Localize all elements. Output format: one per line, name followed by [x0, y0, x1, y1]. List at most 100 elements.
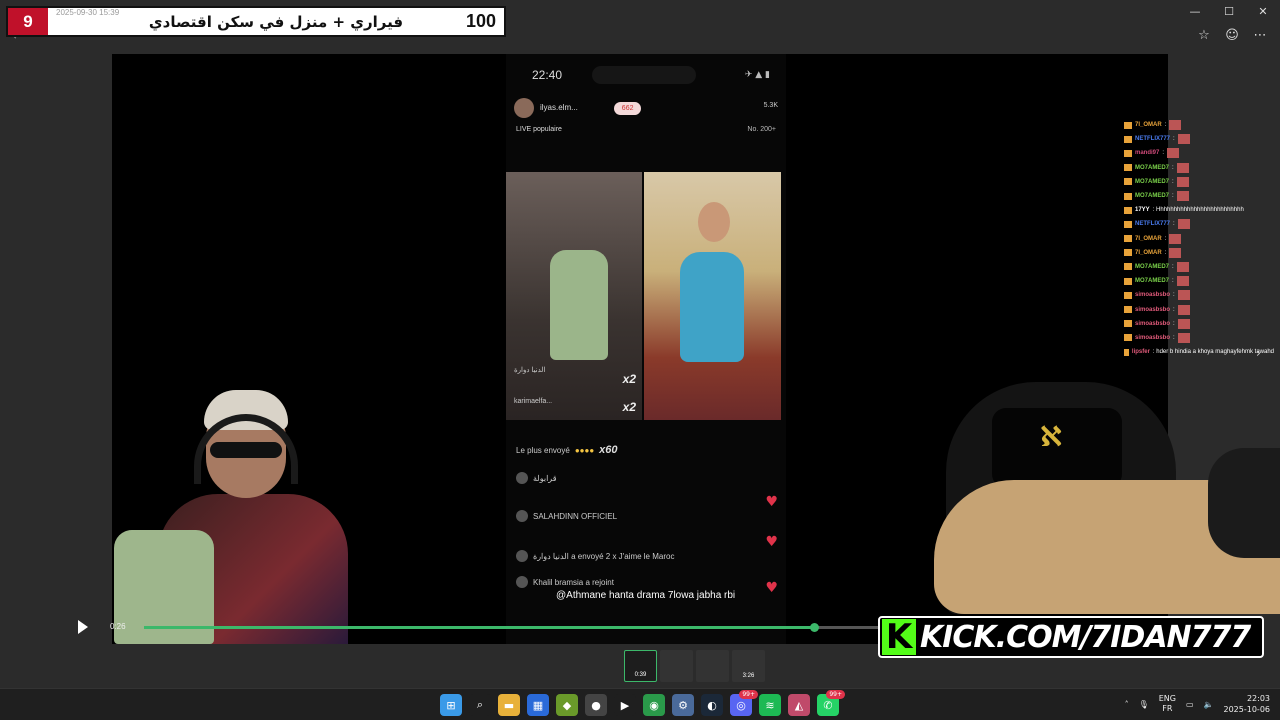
chat-username[interactable]: MO7AMED7	[1135, 179, 1169, 185]
play-icon[interactable]	[78, 620, 88, 634]
network-icon[interactable]: ▭	[1186, 700, 1194, 709]
chat-username[interactable]: 7I_OMAR	[1135, 250, 1162, 256]
app-red-icon[interactable]: ●	[585, 694, 607, 716]
whatsapp-icon[interactable]: ✆ 99+	[817, 690, 845, 716]
heart-count-badge: 662	[613, 101, 642, 115]
kick-logo-icon: K	[882, 617, 916, 657]
spotify-icon[interactable]: ≋	[759, 694, 781, 716]
chat-username[interactable]: MO7AMED7	[1135, 278, 1169, 284]
current-time: 0:26	[110, 622, 126, 631]
heart-icon: ♥	[765, 534, 778, 550]
volume-icon[interactable]: 🔈	[1204, 700, 1214, 709]
thumbnail[interactable]	[696, 650, 729, 682]
chat-message: mandi97:	[1124, 146, 1274, 160]
thumbnail-label: 0:39	[634, 672, 647, 678]
file-explorer-icon[interactable]: ▬	[498, 694, 520, 716]
chat-text: :	[1164, 122, 1167, 129]
chat-text: :	[1164, 235, 1167, 242]
emote-icon	[1177, 318, 1190, 329]
chevron-up-icon[interactable]: ˄	[1125, 700, 1129, 709]
badge-icon	[1124, 277, 1132, 285]
start-icon[interactable]: ⊞	[440, 694, 462, 716]
list-item: الدنيا دوارة a envoyé 2 x J'aime le Maro…	[516, 550, 674, 562]
chevron-right-icon[interactable]: ›	[1256, 346, 1261, 360]
chat-username[interactable]: simoasbsbo	[1135, 335, 1170, 341]
clock[interactable]: 22:03 2025-10-06	[1224, 693, 1271, 715]
discord-icon[interactable]: ◎ 99+	[730, 690, 758, 716]
microphone-icon[interactable]: 🎙	[1139, 700, 1149, 709]
chat-message: lipsfer: hder b hindia a khoya maghayfeh…	[1124, 345, 1274, 359]
chat-text: :	[1173, 320, 1175, 327]
emote-icon	[1177, 332, 1190, 343]
chat-message: simoasbsbo:	[1124, 331, 1274, 345]
minimize-button[interactable]: —	[1178, 0, 1212, 22]
badge-icon	[1124, 235, 1132, 243]
chat-text: : Hhhhhhhhhhhhhhhhhhhhhhhhhh	[1152, 207, 1244, 214]
chat-text: :	[1162, 150, 1165, 157]
chrome-icon[interactable]: ◉	[643, 694, 665, 716]
dynamic-island	[592, 66, 696, 84]
badge-icon	[1124, 121, 1132, 129]
thumbnail[interactable]: 0:39	[624, 650, 657, 682]
close-button[interactable]: ✕	[1246, 0, 1280, 22]
more-icon[interactable]: ⋯	[1252, 28, 1268, 43]
chat-text: :	[1172, 263, 1174, 270]
star-icon[interactable]: ☆	[1196, 28, 1212, 43]
chat-username[interactable]: simoasbsbo	[1135, 292, 1170, 298]
moai-figure	[550, 250, 608, 360]
settings-icon[interactable]: ⚙	[672, 694, 694, 716]
seek-bar-knob[interactable]	[809, 623, 819, 632]
lang-top: ENG	[1158, 694, 1176, 703]
chat-text: :	[1164, 249, 1167, 256]
badge-icon	[1124, 164, 1132, 172]
taskbar: ⊞ ⌕ ▬ ▦ ◆ ● ▶ ◉ ⚙ ◐ ◎ 99+ ≋ ◭ ✆ 99+ ˄ 🎙 ENG FR ▭ 🔈 22:0…	[0, 688, 1280, 720]
chat-message: MO7AMED7:	[1124, 260, 1274, 274]
chat-username[interactable]: 7I_OMAR	[1135, 236, 1162, 242]
thumbnail[interactable]: 3:26	[732, 650, 765, 682]
store-icon[interactable]: ▦	[527, 694, 549, 716]
rank-label: No. 200+	[747, 126, 776, 133]
smiley-icon[interactable]: ☺	[1224, 28, 1240, 43]
chat-username[interactable]: MO7AMED7	[1135, 264, 1169, 270]
chat-text: :	[1172, 193, 1174, 200]
chat-username[interactable]: NETFLIX777	[1135, 221, 1170, 227]
badge-icon	[1124, 220, 1132, 228]
thumbnail[interactable]	[660, 650, 693, 682]
chat-username[interactable]: NETFLIX777	[1135, 136, 1170, 142]
chat-username[interactable]: simoasbsbo	[1135, 307, 1170, 313]
chat-username[interactable]: mandi97	[1135, 150, 1159, 156]
badge-icon	[1124, 149, 1132, 157]
chat-username[interactable]: MO7AMED7	[1135, 165, 1169, 171]
chat-message: NETFLIX777:	[1124, 132, 1274, 146]
chair-logo-icon: ℵ	[1040, 420, 1063, 453]
heart-icon: ♥	[765, 580, 778, 596]
chat-username[interactable]: 17YY	[1135, 207, 1150, 213]
live-username: ilyas.elm...	[540, 102, 578, 112]
chat-text: :	[1172, 164, 1174, 171]
emote-icon	[1177, 134, 1190, 145]
seek-bar-fill	[144, 626, 814, 629]
seek-bar[interactable]	[144, 623, 880, 632]
media-player-icon[interactable]: ◭	[788, 694, 810, 716]
chat-text: :	[1173, 292, 1175, 299]
chat-username[interactable]: 7I_OMAR	[1135, 122, 1162, 128]
chat-username[interactable]: lipsfer	[1132, 349, 1150, 355]
badge-icon	[1124, 306, 1132, 314]
app-layers-icon[interactable]: ◆	[556, 694, 578, 716]
chat-username[interactable]: MO7AMED7	[1135, 193, 1169, 199]
emote-icon	[1167, 148, 1180, 159]
subtitle-text: @Athmane hanta drama 7lowa jabha rbi	[556, 590, 736, 601]
chat-username[interactable]: simoasbsbo	[1135, 321, 1170, 327]
list-item: Khalil bramsia a rejoint	[516, 576, 614, 588]
badge-icon	[1124, 249, 1132, 257]
play-icon[interactable]: ▶	[614, 694, 636, 716]
overlay-number: 9	[8, 8, 48, 35]
search-icon[interactable]: ⌕	[469, 694, 491, 716]
chat-message: MO7AMED7:	[1124, 161, 1274, 175]
phone-time: 22:40	[532, 68, 563, 82]
taskbar-apps: ⊞ ⌕ ▬ ▦ ◆ ● ▶ ◉ ⚙ ◐ ◎ 99+ ≋ ◭ ✆ 99+	[440, 690, 845, 716]
steam-icon[interactable]: ◐	[701, 694, 723, 716]
language-indicator[interactable]: ENG FR	[1159, 694, 1176, 714]
maximize-button[interactable]: ☐	[1212, 0, 1246, 22]
thumbnail-label: 3:26	[742, 673, 755, 679]
